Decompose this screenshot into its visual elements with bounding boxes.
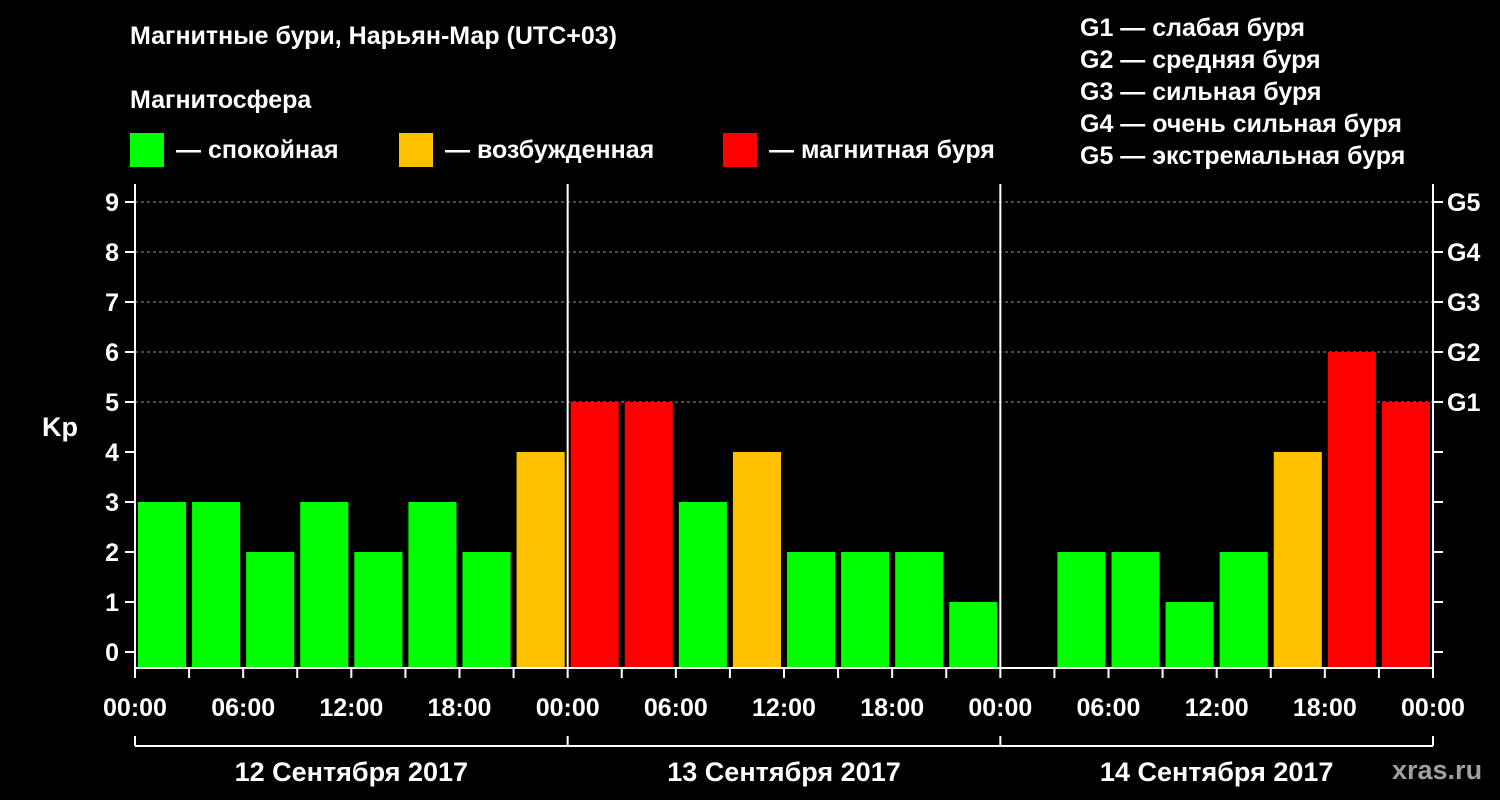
storm-level-tick-label: G1 bbox=[1447, 389, 1480, 417]
kp-bar bbox=[138, 502, 187, 668]
kp-bar bbox=[354, 552, 403, 668]
y-tick-label: 7 bbox=[105, 289, 119, 317]
kp-bar bbox=[624, 402, 673, 668]
storm-level-tick-label: G4 bbox=[1447, 239, 1480, 267]
day-label: 12 Сентября 2017 bbox=[235, 757, 468, 787]
y-tick-label: 9 bbox=[105, 189, 119, 217]
y-tick-label: 5 bbox=[105, 389, 119, 417]
kp-bar bbox=[1327, 352, 1376, 668]
x-tick-label: 12:00 bbox=[319, 694, 383, 722]
kp-bar bbox=[1111, 552, 1160, 668]
x-tick-label: 18:00 bbox=[860, 694, 924, 722]
kp-bar bbox=[1219, 552, 1268, 668]
x-tick-label: 06:00 bbox=[1077, 694, 1141, 722]
y-tick-label: 3 bbox=[105, 489, 119, 517]
y-tick-label: 6 bbox=[105, 339, 119, 367]
x-tick-label: 06:00 bbox=[211, 694, 275, 722]
y-tick-label: 0 bbox=[105, 639, 119, 667]
kp-bar bbox=[516, 452, 565, 668]
kp-bar bbox=[408, 502, 457, 668]
kp-bar bbox=[1057, 552, 1106, 668]
storm-level-tick-label: G5 bbox=[1447, 189, 1480, 217]
kp-bar bbox=[732, 452, 781, 668]
kp-bar bbox=[787, 552, 836, 668]
kp-bar bbox=[949, 602, 998, 668]
x-tick-label: 18:00 bbox=[1293, 694, 1357, 722]
day-label: 14 Сентября 2017 bbox=[1100, 757, 1333, 787]
day-label: 13 Сентября 2017 bbox=[667, 757, 900, 787]
kp-bar-chart: 0 1 2 3 4 5 6 7 8 9 G1 G2 G3 G4 G5 00:00 06:00 12:00 18:00… bbox=[103, 184, 1480, 787]
kp-bar bbox=[1381, 402, 1430, 668]
x-tick-label: 12:00 bbox=[1185, 694, 1249, 722]
x-tick-label: 00:00 bbox=[968, 694, 1032, 722]
x-tick-label: 00:00 bbox=[536, 694, 600, 722]
x-tick-label: 00:00 bbox=[103, 694, 167, 722]
kp-bar bbox=[841, 552, 890, 668]
y-tick-label: 2 bbox=[105, 539, 119, 567]
x-tick-label: 12:00 bbox=[752, 694, 816, 722]
storm-level-tick-label: G3 bbox=[1447, 289, 1480, 317]
y-tick-label: 4 bbox=[105, 439, 119, 467]
kp-bar bbox=[895, 552, 944, 668]
y-tick-label: 1 bbox=[105, 589, 119, 617]
watermark: xras.ru bbox=[1392, 755, 1483, 785]
storm-level-tick-label: G2 bbox=[1447, 339, 1480, 367]
kp-bar bbox=[462, 552, 511, 668]
x-tick-label: 18:00 bbox=[428, 694, 492, 722]
x-tick-label: 00:00 bbox=[1401, 694, 1465, 722]
kp-bar bbox=[1273, 452, 1322, 668]
kp-bar bbox=[246, 552, 295, 668]
kp-bar bbox=[570, 402, 619, 668]
kp-bar bbox=[1165, 602, 1214, 668]
kp-bar bbox=[678, 502, 727, 668]
x-tick-label: 06:00 bbox=[644, 694, 708, 722]
y-tick-label: 8 bbox=[105, 239, 119, 267]
kp-bar bbox=[192, 502, 241, 668]
kp-bar bbox=[300, 502, 349, 668]
